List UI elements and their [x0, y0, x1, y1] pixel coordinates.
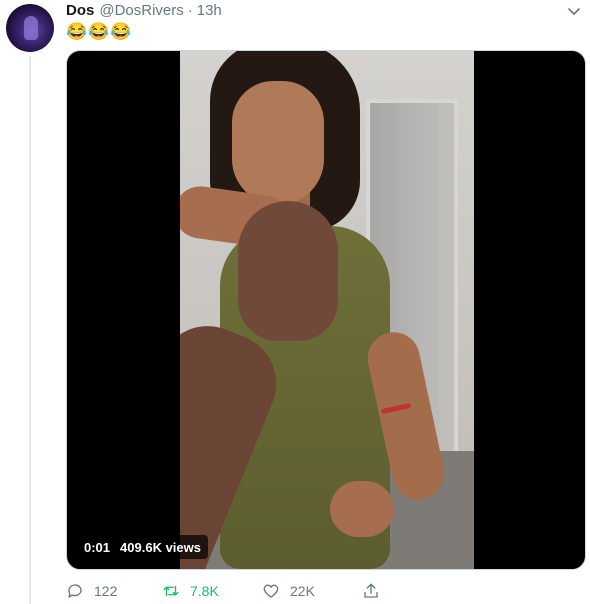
like-button[interactable]: 22K [262, 582, 315, 600]
share-button[interactable] [362, 582, 380, 600]
like-count: 22K [290, 583, 315, 599]
chevron-down-icon[interactable] [566, 3, 582, 19]
retweet-icon [163, 585, 179, 597]
reply-icon [68, 584, 82, 598]
video-player[interactable]: 0:01 409.6K views [66, 50, 586, 570]
tweet-actions: 122 7.8K 22K [66, 582, 584, 604]
author-handle[interactable]: @DosRivers [99, 2, 183, 19]
retweet-count: 7.8K [190, 583, 219, 599]
heart-icon [263, 584, 279, 598]
video-frame[interactable] [180, 51, 474, 569]
avatar[interactable] [6, 4, 54, 52]
thread-line [29, 56, 31, 604]
avatar-figure [24, 16, 38, 40]
video-info-badge: 0:01 409.6K views [77, 535, 208, 559]
share-icon [364, 583, 378, 598]
video-current-time: 0:01 [84, 539, 111, 555]
video-subject [232, 81, 324, 205]
tweet-timestamp[interactable]: 13h [197, 2, 222, 19]
tweet-text: 😂😂😂 [66, 22, 133, 41]
author-name[interactable]: Dos [66, 2, 94, 19]
tweet-header: Dos @DosRivers · 13h [66, 0, 222, 20]
retweet-button[interactable]: 7.8K [162, 582, 219, 600]
video-view-count: 409.6K views [120, 539, 201, 555]
reply-count: 122 [94, 583, 118, 599]
reply-button[interactable]: 122 [66, 582, 117, 600]
separator-dot: · [187, 1, 193, 19]
